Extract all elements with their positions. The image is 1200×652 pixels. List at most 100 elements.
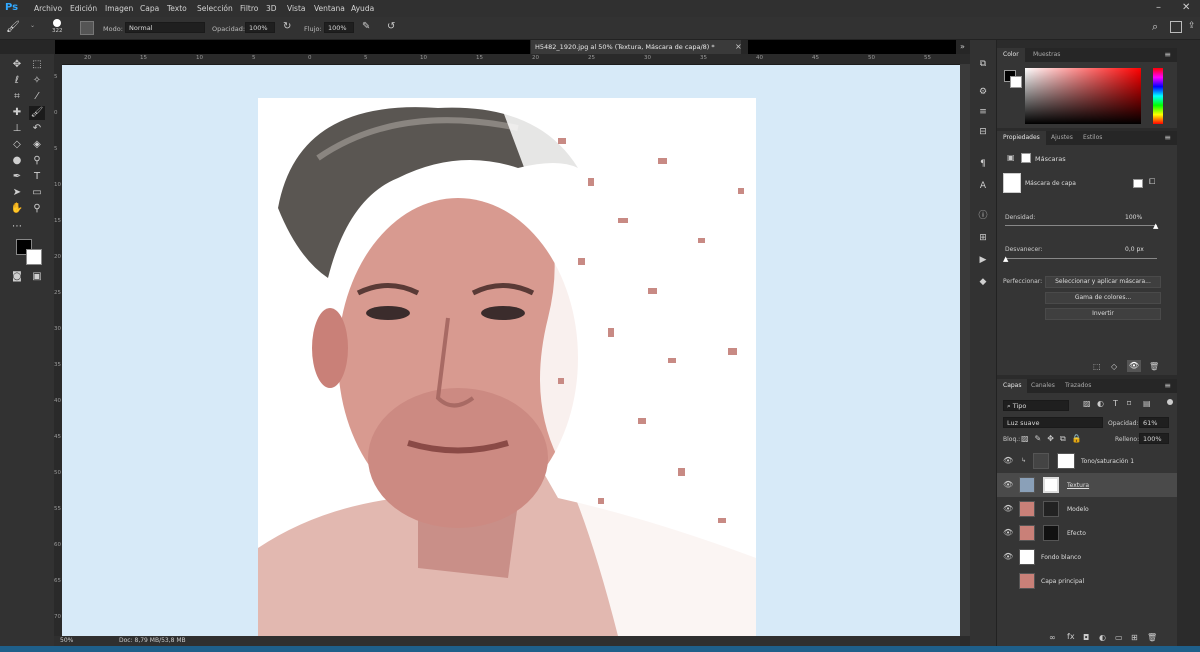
visibility-eye-icon[interactable]: 👁 [1003, 552, 1013, 561]
zoom-level[interactable]: 50% [60, 637, 73, 644]
history-brush-icon[interactable]: ↶ [29, 122, 45, 136]
layer-row[interactable]: Capa principal [997, 569, 1177, 593]
workspace-icon[interactable] [1170, 21, 1182, 33]
crop-tool-icon[interactable]: ⌗ [9, 90, 25, 104]
delete-layer-icon[interactable]: 🗑 [1147, 633, 1157, 642]
paragraph-icon[interactable]: ¶ [977, 158, 989, 170]
pressure-size-icon[interactable]: ↺ [387, 21, 395, 32]
layer-name[interactable]: Tono/saturación 1 [1081, 458, 1134, 465]
filter-smart-icon[interactable]: ▤ [1143, 399, 1151, 408]
menu-ayuda[interactable]: Ayuda [351, 4, 374, 13]
search-icon[interactable]: ⌕ [1152, 20, 1158, 34]
layer-mask-thumbnail[interactable] [1057, 453, 1075, 469]
visibility-eye-icon[interactable]: 👁 [1003, 528, 1013, 537]
properties-menu-icon[interactable]: ≡ [1164, 133, 1171, 142]
flow-input[interactable]: 100% [324, 22, 354, 33]
layers-menu-icon[interactable]: ≡ [1164, 381, 1171, 390]
close-window-button[interactable]: ✕ [1182, 2, 1190, 13]
new-layer-icon[interactable]: ⊞ [1131, 633, 1138, 642]
tab-color[interactable]: Color [997, 48, 1025, 62]
history-icon[interactable]: ⧉ [977, 58, 989, 70]
density-slider-handle[interactable]: ▲ [1153, 222, 1158, 230]
filter-pixel-icon[interactable]: ▨ [1083, 399, 1091, 408]
color-bg-swatch[interactable] [1010, 76, 1022, 88]
layer-mask-thumbnail[interactable] [1043, 501, 1059, 517]
tab-channels[interactable]: Canales [1025, 379, 1061, 393]
doc-tab-active[interactable]: H5482_1920.jpg al 50% (Textura, Máscara … [531, 40, 741, 54]
adjust-icon[interactable]: ⚙ [977, 86, 989, 98]
add-mask-icon[interactable]: ◘ [1083, 633, 1089, 642]
layer-row[interactable]: 👁 Fondo blanco [997, 545, 1177, 569]
3d-icon[interactable]: ◆ [977, 276, 989, 288]
properties-icon[interactable]: ⊟ [977, 126, 989, 138]
quick-select-tool-icon[interactable]: ✧ [29, 74, 45, 88]
background-color[interactable] [26, 249, 42, 265]
select-mask-icon[interactable] [1133, 179, 1143, 188]
visibility-eye-icon[interactable]: 👁 [1003, 480, 1013, 489]
feather-slider[interactable] [1005, 258, 1157, 259]
menu-seleccion[interactable]: Selección [197, 4, 233, 13]
character-icon[interactable]: A [977, 180, 989, 192]
delete-mask-icon[interactable]: 🗑 [1149, 362, 1159, 371]
doc-tab-hidden-1[interactable] [55, 40, 530, 54]
menu-imagen[interactable]: Imagen [105, 4, 133, 13]
add-vector-mask-icon[interactable]: ⧠ [1149, 177, 1155, 187]
new-adjustment-icon[interactable]: ◐ [1099, 633, 1106, 642]
layer-mask-thumbnail[interactable] [1043, 477, 1059, 493]
color-range-button[interactable]: Gama de colores... [1045, 292, 1161, 304]
quick-mask-icon[interactable]: ◙ [9, 270, 25, 284]
feather-value[interactable]: 0,0 px [1125, 246, 1144, 253]
brush-settings-icon[interactable]: ≡ [977, 106, 989, 118]
eyedropper-tool-icon[interactable]: ⁄ [29, 90, 45, 104]
pen-tool-icon[interactable]: ✒ [9, 170, 25, 184]
load-selection-icon[interactable]: ⬚ [1093, 362, 1101, 371]
select-and-mask-button[interactable]: Seleccionar y aplicar máscara... [1045, 276, 1161, 288]
color-field[interactable] [1025, 68, 1141, 124]
pixel-mask-icon[interactable]: ▣ [1007, 153, 1015, 162]
actions-icon[interactable]: ▶ [977, 254, 989, 266]
brush-tool-icon[interactable]: 🖌 [29, 106, 45, 120]
color-panel-menu-icon[interactable]: ≡ [1164, 50, 1171, 59]
tab-overflow-icon[interactable]: » [960, 42, 965, 51]
new-group-icon[interactable]: ▭ [1115, 633, 1123, 642]
path-select-icon[interactable]: ➤ [9, 186, 25, 200]
layer-row[interactable]: 👁 ↳ Tono/saturación 1 [997, 449, 1177, 473]
blend-mode-select[interactable]: Luz suave [1003, 417, 1103, 428]
layer-name[interactable]: Fondo blanco [1041, 554, 1081, 561]
vector-mask-icon[interactable] [1021, 153, 1031, 163]
tab-layers[interactable]: Capas [997, 379, 1028, 393]
menu-edicion[interactable]: Edición [70, 4, 97, 13]
link-layers-icon[interactable]: ∞ [1049, 633, 1056, 642]
share-icon[interactable]: ⇪ [1188, 21, 1196, 31]
mode-select[interactable]: Normal [125, 22, 205, 33]
canvas-area[interactable] [62, 65, 960, 636]
healing-tool-icon[interactable]: ✚ [9, 106, 25, 120]
density-slider[interactable] [1005, 225, 1157, 226]
filter-adjustment-icon[interactable]: ◐ [1097, 399, 1104, 408]
feather-slider-handle[interactable]: ▲ [1003, 255, 1008, 263]
marquee-tool-icon[interactable]: ⬚ [29, 58, 45, 72]
rectangle-tool-icon[interactable]: ▭ [29, 186, 45, 200]
filter-shape-icon[interactable]: ⌑ [1127, 399, 1131, 408]
dodge-tool-icon[interactable]: ⚲ [29, 154, 45, 168]
density-value[interactable]: 100% [1125, 214, 1142, 221]
brush-tool-icon[interactable]: 🖌 [6, 20, 20, 33]
layer-row-selected[interactable]: 👁 Textura [997, 473, 1177, 497]
tab-close-icon[interactable]: × [735, 42, 742, 51]
fill-input[interactable]: 100% [1139, 433, 1169, 444]
hue-slider[interactable] [1153, 68, 1163, 124]
eraser-tool-icon[interactable]: ◇ [9, 138, 25, 152]
menu-texto[interactable]: Texto [167, 4, 187, 13]
visibility-eye-icon[interactable]: 👁 [1003, 504, 1013, 513]
info-icon[interactable]: ⓘ [977, 210, 989, 222]
layer-style-button[interactable]: fx [1067, 632, 1075, 641]
visibility-eye-icon[interactable]: 👁 [1003, 456, 1013, 465]
more-tools-icon[interactable]: ⋯ [9, 220, 25, 234]
layer-row[interactable]: 👁 Modelo [997, 497, 1177, 521]
tab-properties[interactable]: Propiedades [997, 131, 1046, 145]
layer-opacity-input[interactable]: 61% [1139, 417, 1169, 428]
minimize-button[interactable]: – [1156, 2, 1161, 13]
brush-preset-icon[interactable] [53, 19, 61, 27]
tab-adjustments[interactable]: Ajustes [1045, 131, 1079, 145]
apply-mask-icon[interactable]: ◇ [1111, 362, 1117, 371]
